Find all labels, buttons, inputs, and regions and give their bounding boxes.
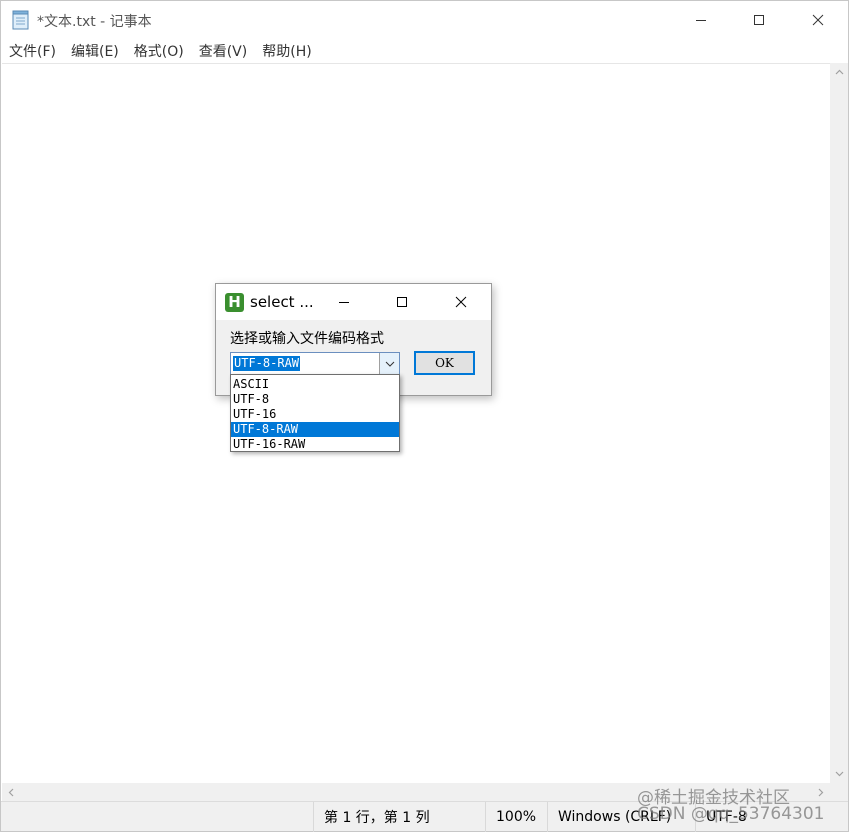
close-icon: [455, 296, 467, 308]
encoding-prompt: 选择或输入文件编码格式: [230, 331, 384, 347]
status-cursor-position: 第 1 行，第 1 列: [313, 802, 485, 832]
scroll-up-button[interactable]: [830, 63, 848, 81]
maximize-button[interactable]: [730, 1, 788, 39]
menu-view[interactable]: 查看(V): [191, 39, 255, 63]
notepad-icon: [12, 10, 29, 30]
chevron-down-icon: [835, 771, 843, 777]
encoding-option[interactable]: UTF-8: [231, 392, 399, 407]
window-title: *文本.txt - 记事本: [37, 14, 152, 30]
encoding-option[interactable]: UTF-16-RAW: [231, 437, 399, 452]
ok-button[interactable]: OK: [414, 351, 475, 375]
combobox-dropdown-button[interactable]: [379, 353, 399, 374]
status-zoom: 100%: [485, 802, 547, 832]
dialog-title: select ...: [250, 293, 314, 311]
minimize-icon: [339, 302, 349, 303]
title-bar[interactable]: *文本.txt - 记事本: [1, 1, 848, 39]
watermark-secondary: CSDN @qq_53764301: [637, 803, 824, 825]
chevron-down-icon: [385, 361, 394, 367]
notepad-window: *文本.txt - 记事本 文件(F) 编辑(E) 格式(O) 查看(V) 帮助…: [0, 0, 849, 832]
encoding-option[interactable]: UTF-16: [231, 407, 399, 422]
text-editor[interactable]: [2, 63, 830, 784]
maximize-icon: [754, 15, 764, 25]
encoding-option-selected[interactable]: UTF-8-RAW: [231, 422, 399, 437]
watermark-line2: CSDN @qq_53764301: [637, 804, 825, 824]
dialog-maximize-button[interactable]: [384, 284, 420, 320]
chevron-right-icon: [818, 788, 824, 796]
dialog-minimize-button[interactable]: [326, 284, 362, 320]
encoding-option[interactable]: ASCII: [231, 377, 399, 392]
close-button[interactable]: [789, 1, 847, 39]
menu-format[interactable]: 格式(O): [126, 39, 191, 63]
chevron-up-icon: [835, 69, 843, 75]
encoding-dropdown-list: ASCII UTF-8 UTF-16 UTF-8-RAW UTF-16-RAW: [230, 374, 400, 452]
close-icon: [812, 14, 824, 26]
maximize-icon: [397, 297, 407, 307]
menu-help[interactable]: 帮助(H): [254, 39, 318, 63]
scroll-right-button[interactable]: [812, 783, 830, 801]
menu-file[interactable]: 文件(F): [1, 39, 63, 63]
encoding-combobox-value[interactable]: UTF-8-RAW: [233, 356, 301, 371]
scroll-down-button[interactable]: [830, 765, 848, 783]
dialog-app-icon: H: [225, 293, 244, 312]
minimize-icon: [696, 20, 706, 21]
chevron-left-icon: [8, 788, 14, 796]
menu-edit[interactable]: 编辑(E): [63, 39, 126, 63]
vertical-scrollbar[interactable]: [830, 63, 848, 783]
scrollbar-corner: [830, 783, 848, 801]
encoding-combobox[interactable]: UTF-8-RAW: [230, 352, 400, 375]
menu-bar: 文件(F) 编辑(E) 格式(O) 查看(V) 帮助(H): [1, 39, 848, 63]
dialog-title-bar[interactable]: H select ...: [216, 284, 491, 320]
minimize-button[interactable]: [672, 1, 730, 39]
scroll-left-button[interactable]: [2, 783, 20, 801]
dialog-close-button[interactable]: [443, 284, 479, 320]
